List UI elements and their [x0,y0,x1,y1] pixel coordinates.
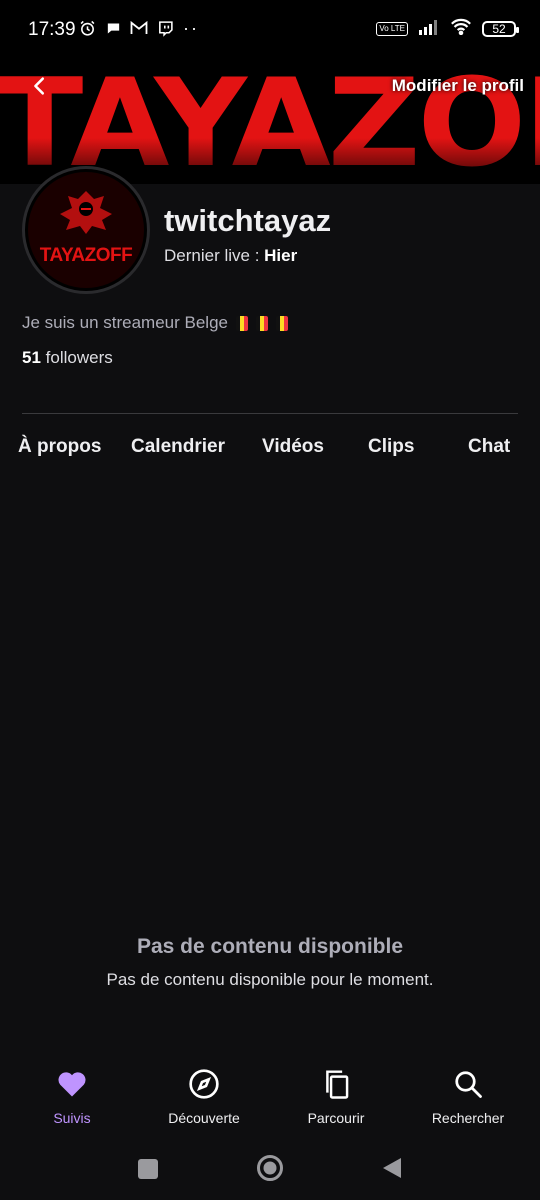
divider [22,413,518,414]
nav-following-label: Suivis [53,1110,91,1126]
notification-icons: ·· [78,17,200,38]
tab-chat[interactable]: Chat [468,436,510,458]
nav-following[interactable]: Suivis [12,1056,132,1126]
compass-icon [188,1068,220,1100]
nav-browse[interactable]: Parcourir [276,1056,396,1126]
battery-icon: 52 [482,21,519,37]
nav-search[interactable]: Rechercher [408,1056,528,1126]
status-bar: 17:39 ·· Vo LTE 52 [0,0,540,62]
last-live-value: Hier [264,246,298,265]
bio-text: Je suis un streameur Belge [22,313,228,332]
tab-about[interactable]: À propos [18,436,101,458]
back-button[interactable] [26,72,54,100]
belgium-flag-icon [276,315,288,331]
nav-discover[interactable]: Découverte [144,1056,264,1126]
wifi-icon [450,18,472,40]
chat-bubble-icon [104,19,122,37]
tab-videos[interactable]: Vidéos [262,436,324,458]
avatar[interactable]: TAYAZOFF [22,166,150,294]
back-arrow-icon [34,77,45,95]
belgium-flag-icon [256,315,268,331]
nav-search-label: Rechercher [431,1110,505,1126]
volte-icon: Vo LTE [376,22,408,36]
system-navigation-bar [0,1138,540,1200]
search-icon [452,1068,484,1100]
system-status-icons: Vo LTE 52 [376,18,519,40]
heart-icon [56,1068,88,1100]
tab-clips[interactable]: Clips [368,436,414,458]
edit-profile-button[interactable]: Modifier le profil [392,76,524,96]
followers-count: 51 [22,348,41,367]
recent-apps-button[interactable] [137,1158,159,1185]
gmail-icon [130,19,148,37]
followers[interactable]: 51 followers [22,348,113,368]
nav-discover-label: Découverte [168,1110,240,1126]
last-live: Dernier live : Hier [164,246,297,266]
browse-icon [320,1068,352,1100]
battery-level: 52 [492,22,506,36]
bio: Je suis un streameur Belge [22,313,288,333]
home-button[interactable] [256,1154,284,1187]
bottom-navigation: Suivis Découverte Parcourir Rechercher [0,1056,540,1136]
followers-label: followers [45,348,113,367]
back-nav-button[interactable] [381,1156,403,1185]
empty-state-title: Pas de contenu disponible [136,935,404,958]
signal-icon [418,19,440,40]
belgium-flag-icon [236,315,248,331]
empty-state-subtitle: Pas de contenu disponible pour le moment… [106,970,434,989]
more-notifications-icon: ·· [183,17,199,38]
twitch-icon [156,19,174,37]
username: twitchtayaz [164,203,332,238]
warrior-logo-icon [28,172,144,288]
nav-browse-label: Parcourir [307,1110,365,1126]
status-time: 17:39 [28,19,76,40]
last-live-label: Dernier live : [164,246,260,265]
alarm-icon [78,19,96,37]
avatar-logo-text: TAYAZOFF [39,245,133,266]
profile-tabs: À propos Calendrier Vidéos Clips Chat [0,436,540,466]
tab-schedule[interactable]: Calendrier [131,436,225,458]
